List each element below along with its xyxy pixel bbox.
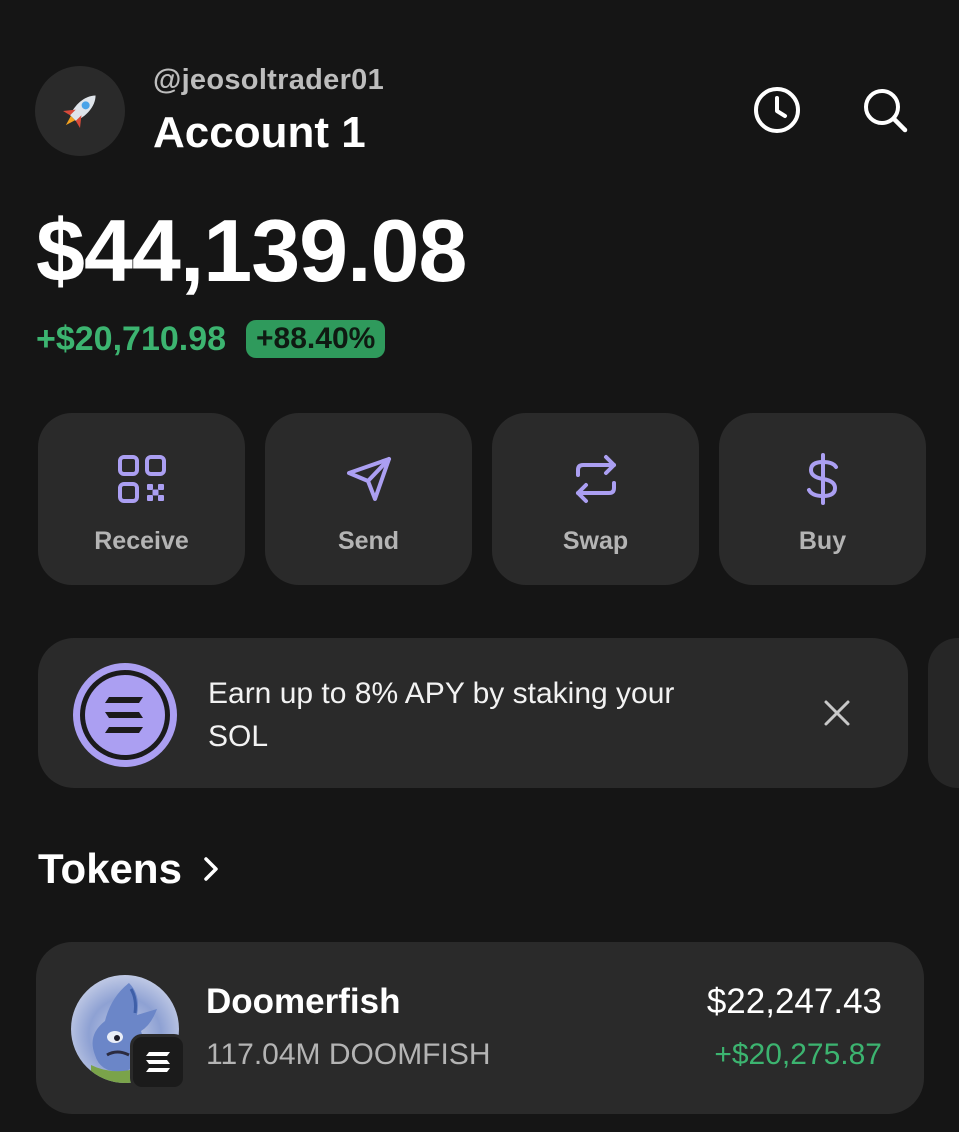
swap-button[interactable]: Swap — [492, 413, 699, 585]
action-buttons: Receive Send Swap Buy — [38, 413, 926, 585]
search-button[interactable] — [857, 82, 913, 138]
solana-icon — [73, 663, 177, 767]
account-avatar[interactable] — [35, 66, 125, 156]
solana-chain-badge — [130, 1034, 186, 1090]
token-pnl: +$20,275.87 — [714, 1038, 882, 1071]
search-icon — [864, 89, 908, 133]
promo-text: Earn up to 8% APY by staking your SOL — [208, 677, 675, 753]
next-promo-card[interactable] — [928, 638, 959, 788]
buy-label: Buy — [798, 527, 847, 555]
total-balance: $44,139.08 — [36, 201, 467, 300]
change-percent-badge: +88.40% — [246, 320, 386, 358]
receive-button[interactable]: Receive — [38, 413, 245, 585]
account-username[interactable]: @jeosoltrader01 — [153, 64, 384, 97]
clock-icon — [754, 87, 800, 133]
dollar-icon — [806, 453, 838, 505]
token-name: Doomerfish — [206, 982, 401, 1021]
swap-label: Swap — [562, 527, 629, 555]
receive-label: Receive — [94, 527, 189, 555]
solana-chain-icon — [146, 1052, 170, 1072]
token-value: $22,247.43 — [706, 982, 882, 1021]
token-row[interactable]: Doomerfish 117.04M DOOMFISH $22,247.43 +… — [36, 942, 924, 1114]
change-amount: +$20,710.98 — [36, 319, 227, 358]
tokens-section-link[interactable]: Tokens — [38, 845, 224, 893]
history-button[interactable] — [749, 82, 805, 138]
close-icon[interactable] — [822, 698, 852, 728]
account-name[interactable]: Account 1 — [153, 108, 366, 158]
swap-icon — [575, 455, 616, 503]
send-label: Send — [337, 527, 400, 555]
account-header: @jeosoltrader01 Account 1 — [35, 62, 925, 182]
buy-button[interactable]: Buy — [719, 413, 926, 585]
rocket-icon — [63, 95, 96, 128]
send-icon — [346, 457, 391, 501]
chevron-right-icon — [204, 857, 218, 881]
qr-code-icon — [117, 455, 166, 503]
token-amount: 117.04M DOOMFISH — [206, 1038, 491, 1071]
balance-change: +$20,710.98 +88.40% — [36, 316, 386, 362]
staking-promo-banner[interactable]: Earn up to 8% APY by staking your SOL — [38, 638, 908, 788]
send-button[interactable]: Send — [265, 413, 472, 585]
tokens-heading: Tokens — [38, 845, 182, 892]
